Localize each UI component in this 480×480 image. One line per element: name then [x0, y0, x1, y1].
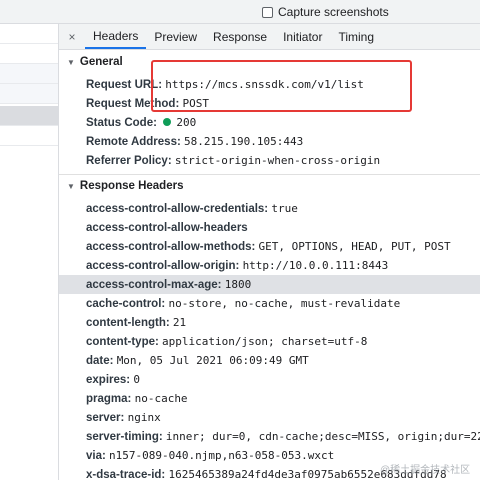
header-key: content-type:	[86, 336, 159, 348]
response-header-row: cache-control: no-store, no-cache, must-…	[86, 297, 400, 311]
response-header-row: access-control-allow-credentials: true	[86, 202, 298, 216]
headers-panel: ▼ General Request URL: https://mcs.snssd…	[59, 50, 480, 480]
header-key: Remote Address:	[86, 136, 181, 148]
status-ok-icon	[163, 118, 172, 126]
general-title: General	[79, 56, 123, 68]
header-key: via:	[86, 450, 106, 462]
header-value: 58.215.190.105:443	[184, 135, 304, 148]
caret-down-icon: ▼	[67, 57, 75, 67]
header-value: http://10.0.0.111:8443	[242, 259, 389, 272]
watermark: @稀土掘金技术社区	[380, 465, 471, 476]
request-list-row[interactable]	[0, 126, 58, 146]
response-header-row: expires: 0	[86, 373, 140, 387]
header-key: date:	[86, 355, 114, 367]
request-list-row[interactable]	[0, 64, 58, 84]
header-value: GET, OPTIONS, HEAD, PUT, POST	[258, 240, 451, 253]
tab-headers[interactable]: Headers	[85, 24, 147, 49]
header-key: access-control-allow-credentials:	[86, 203, 269, 215]
response-header-row-selected: access-control-max-age: 1800	[59, 275, 480, 294]
response-header-row: access-control-allow-origin: http://10.0…	[86, 259, 388, 273]
header-value: no-store, no-cache, must-revalidate	[168, 297, 401, 310]
tab-timing[interactable]: Timing	[330, 24, 382, 49]
general-row-referrer-policy: Referrer Policy: strict-origin-when-cros…	[86, 154, 380, 168]
header-value: 200	[176, 116, 197, 129]
response-header-row: access-control-allow-headers	[86, 221, 248, 235]
response-headers-title: Response Headers	[79, 180, 184, 192]
tab-response[interactable]: Response	[205, 24, 275, 49]
response-header-row: server-timing: inner; dur=0, cdn-cache;d…	[86, 430, 480, 444]
header-value: application/json; charset=utf-8	[162, 335, 368, 348]
capture-screenshots-option[interactable]: Capture screenshots	[262, 5, 389, 19]
capture-screenshots-checkbox[interactable]	[262, 6, 273, 18]
response-header-row: content-length: 21	[86, 316, 186, 330]
general-row-status-code: Status Code: 200	[86, 116, 196, 130]
general-row-remote-address: Remote Address: 58.215.190.105:443	[86, 135, 303, 149]
response-header-row: pragma: no-cache	[86, 392, 188, 406]
close-icon[interactable]: ×	[59, 24, 85, 49]
capture-screenshots-label: Capture screenshots	[278, 5, 389, 19]
response-header-row: via: n157-089-040.njmp,n63-058-053.wxct	[86, 449, 334, 463]
header-key: access-control-allow-headers	[86, 222, 248, 234]
response-headers-section-header[interactable]: ▼ Response Headers	[67, 180, 183, 192]
header-key: content-length:	[86, 317, 170, 329]
response-header-row: date: Mon, 05 Jul 2021 06:09:49 GMT	[86, 354, 309, 368]
request-list	[0, 24, 59, 480]
header-value: true	[271, 202, 298, 215]
caret-down-icon: ▼	[67, 181, 75, 191]
detail-tabs: × Headers Preview Response Initiator Tim…	[59, 24, 480, 50]
header-key: server:	[86, 412, 125, 424]
request-list-row[interactable]	[0, 44, 58, 64]
header-value: n157-089-040.njmp,n63-058-053.wxct	[109, 449, 335, 462]
header-key: Status Code:	[86, 117, 157, 129]
header-value: 1800	[224, 278, 252, 291]
response-header-row: server: nginx	[86, 411, 161, 425]
header-value: inner; dur=0, cdn-cache;desc=MISS, origi…	[165, 430, 480, 443]
header-value: 0	[133, 373, 140, 386]
header-key: x-dsa-trace-id:	[86, 469, 166, 480]
header-value: no-cache	[134, 392, 188, 405]
response-header-row: access-control-allow-methods: GET, OPTIO…	[86, 240, 451, 254]
header-value: Mon, 05 Jul 2021 06:09:49 GMT	[116, 354, 309, 367]
response-header-row: content-type: application/json; charset=…	[86, 335, 367, 349]
header-value: strict-origin-when-cross-origin	[174, 154, 381, 167]
tab-preview[interactable]: Preview	[146, 24, 205, 49]
general-section-header[interactable]: ▼ General	[67, 56, 123, 68]
header-key: cache-control:	[86, 298, 166, 310]
header-key: Referrer Policy:	[86, 155, 172, 167]
request-list-row-selected[interactable]	[0, 106, 58, 126]
section-divider	[59, 174, 480, 175]
header-key: access-control-allow-origin:	[86, 260, 240, 272]
devtools-toolbar: Capture screenshots	[0, 0, 480, 24]
request-list-row[interactable]	[0, 24, 58, 44]
request-list-row[interactable]	[0, 84, 58, 104]
header-key: server-timing:	[86, 431, 163, 443]
highlight-box	[151, 60, 412, 112]
header-key: access-control-max-age:	[86, 279, 222, 291]
header-key: access-control-allow-methods:	[86, 241, 256, 253]
header-key: expires:	[86, 374, 131, 386]
header-value: 21	[172, 316, 187, 329]
header-value: nginx	[127, 411, 161, 424]
header-key: pragma:	[86, 393, 132, 405]
tab-initiator[interactable]: Initiator	[275, 24, 330, 49]
